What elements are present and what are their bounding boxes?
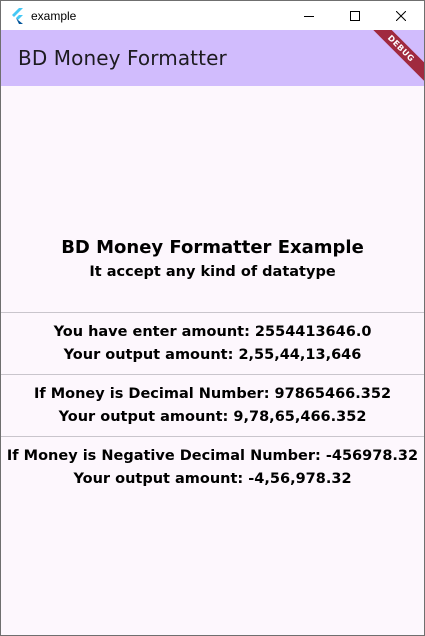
example-3-input: If Money is Negative Decimal Number: -45… — [6, 448, 419, 464]
app-window: example BD Money Formatter DEBUG BD Mone… — [0, 0, 425, 636]
window-title: example — [31, 8, 77, 23]
maximize-button[interactable] — [332, 1, 378, 30]
close-button[interactable] — [378, 1, 424, 30]
main-content: BD Money Formatter Example It accept any… — [1, 86, 424, 635]
minimize-icon — [304, 15, 314, 17]
divider — [1, 374, 424, 375]
example-3-output: Your output amount: -4,56,978.32 — [73, 471, 352, 487]
example-2-output: Your output amount: 9,78,65,466.352 — [58, 409, 367, 425]
page-subheading: It accept any kind of datatype — [89, 264, 336, 280]
example-1-output: Your output amount: 2,55,44,13,646 — [63, 347, 362, 363]
example-1-input: You have enter amount: 2554413646.0 — [53, 324, 372, 340]
divider — [1, 312, 424, 313]
window-titlebar[interactable]: example — [1, 1, 424, 30]
divider — [1, 436, 424, 437]
example-2-input: If Money is Decimal Number: 97865466.352 — [33, 386, 392, 402]
app-bar: BD Money Formatter DEBUG — [1, 30, 424, 86]
caption-buttons — [286, 1, 424, 30]
close-icon — [396, 10, 406, 21]
minimize-button[interactable] — [286, 1, 332, 30]
app-bar-title: BD Money Formatter — [18, 46, 227, 70]
maximize-icon — [350, 10, 360, 21]
page-heading: BD Money Formatter Example — [61, 237, 364, 258]
debug-banner: DEBUG — [364, 30, 424, 85]
flutter-icon — [10, 7, 26, 24]
